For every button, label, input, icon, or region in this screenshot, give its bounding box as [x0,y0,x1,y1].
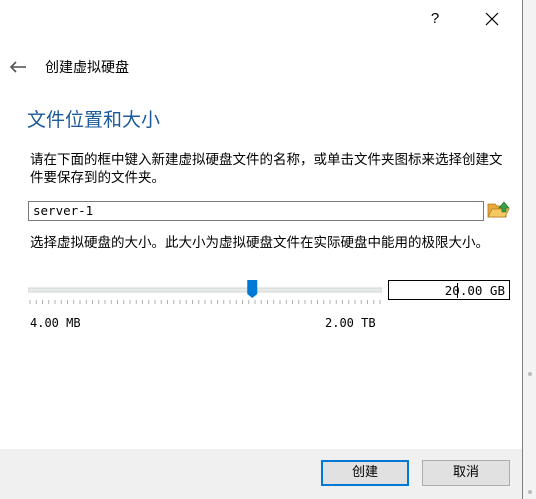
slider-track [27,287,383,293]
browse-folder-button[interactable] [486,199,510,221]
scroll-hint-dot [528,372,532,376]
max-size-label: 2.00 TB [325,316,376,330]
min-size-label: 4.00 MB [30,316,81,330]
close-button[interactable] [478,7,506,31]
scroll-hint-dot [528,490,532,494]
create-button[interactable]: 创建 [321,460,409,486]
create-virtual-disk-dialog: ? 创建虚拟硬盘 文件位置和大小 请在下面的框中键入新建虚拟硬盘文件的名称，或单… [0,0,523,499]
back-arrow-icon [9,61,26,73]
section-title: 文件位置和大小 [27,109,161,131]
back-button[interactable] [8,59,28,75]
file-location-description: 请在下面的框中键入新建虚拟硬盘文件的名称，或单击文件夹图标来选择创建文件要保存到… [30,152,503,186]
folder-open-icon [487,201,510,218]
disk-size-description: 选择虚拟硬盘的大小。此大小为虚拟硬盘文件在实际硬盘中能用的极限大小。 [30,235,489,251]
cancel-button[interactable]: 取消 [422,460,510,486]
text-caret [457,283,458,298]
wizard-title: 创建虚拟硬盘 [45,60,129,76]
slider-thumb[interactable] [247,280,258,298]
title-bar: ? [0,0,522,38]
disk-size-input[interactable]: 20.00 GB [388,280,510,300]
disk-size-slider[interactable] [27,278,383,318]
close-icon [485,12,499,26]
background-window-edge [523,0,536,499]
file-name-input[interactable]: server-1 [28,201,484,221]
help-button[interactable]: ? [423,7,447,31]
